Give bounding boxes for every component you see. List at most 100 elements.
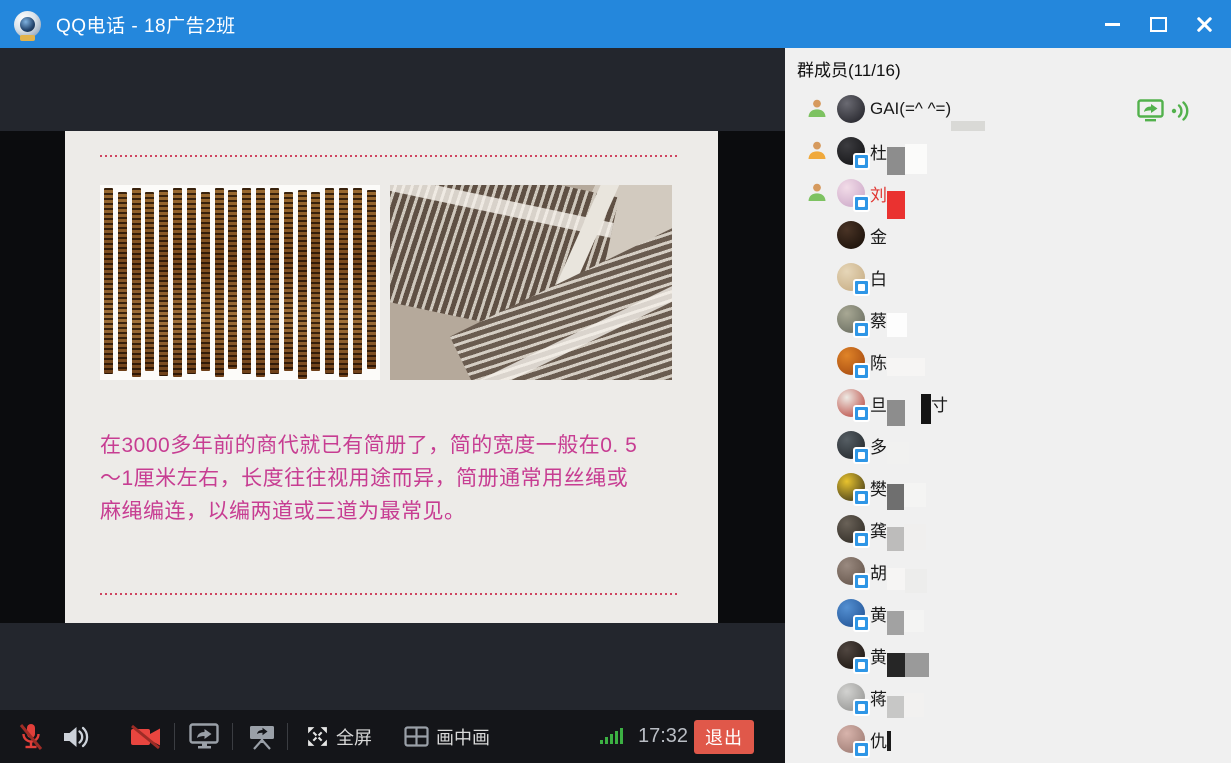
call-toolbar: 全屏 画中画 17:32 退出 [0,710,785,763]
redaction-block [887,400,905,426]
pip-button[interactable]: 画中画 [404,710,490,763]
redaction-block [904,693,924,717]
member-row[interactable]: 黄 [785,592,1231,634]
member-row[interactable]: 杜 [785,130,1231,172]
slide-dotted-rule-top [100,155,680,157]
window-controls [1097,9,1219,39]
member-name: GAI(=^ ^=) [870,99,951,119]
slide-text-line: ～1厘米左右，长度往往视用途而异，简册通常用丝绳或 [100,462,685,495]
bamboo-strip [256,188,265,377]
video-badge-icon [853,363,870,380]
signal-bar [600,740,603,744]
member-name: 旦 [870,391,887,416]
projector-icon [246,723,278,751]
slide-text-line: 麻绳编连，以编两道或三道为最常见。 [100,495,685,528]
member-row[interactable]: 樊 [785,466,1231,508]
screen-share-indicator-icon [1137,99,1164,127]
member-list: GAI(=^ ^=)杜刘金白蔡陈旦寸多樊龚胡黄黄蒋仇 [785,88,1231,760]
member-name-wrap: 蒋 [870,676,924,718]
bamboo-strip [298,190,307,379]
minimize-icon [1105,23,1120,26]
member-row[interactable]: 仇 [785,718,1231,760]
member-row[interactable]: 胡 [785,550,1231,592]
member-name-wrap: 樊 [870,466,926,508]
member-name: 多 [870,433,887,458]
close-button[interactable] [1189,9,1219,39]
speaker-button[interactable] [60,710,90,763]
webcam-lens [20,17,35,32]
avatar [837,95,865,123]
member-name: 陈 [870,349,887,374]
bamboo-slips-image [100,185,380,380]
fullscreen-button[interactable]: 全屏 [306,710,372,763]
member-name: 樊 [870,475,887,500]
slide-body-text: 在3000多年前的商代就已有简册了，简的宽度一般在0. 5 ～1厘米左右，长度往… [100,429,685,528]
member-name: 胡 [870,559,887,584]
camera-toggle-button[interactable] [128,710,164,763]
signal-strength-icon [600,728,623,744]
member-row[interactable]: 多 [785,424,1231,466]
member-name-wrap: 胡 [870,550,927,592]
screen-share-button[interactable] [189,710,220,763]
member-name-wrap: 龚 [870,508,926,550]
video-badge-icon [853,615,870,632]
bamboo-strip [215,188,224,377]
member-row[interactable]: 龚 [785,508,1231,550]
camera-off-icon [128,722,164,752]
bamboo-strip [173,188,182,377]
member-name-wrap: 白 [870,256,887,298]
redaction-block [905,569,927,593]
member-count-header: 群成员(11/16) [797,56,901,81]
presentation-slide: 在3000多年前的商代就已有简册了，简的宽度一般在0. 5 ～1厘米左右，长度往… [65,131,718,623]
presentation-share-button[interactable] [246,710,278,763]
member-name: 龚 [870,517,887,542]
member-row[interactable]: GAI(=^ ^=) [785,88,1231,130]
exit-button[interactable]: 退出 [694,720,754,754]
bamboo-strip [228,190,237,369]
member-row[interactable]: 蒋 [785,676,1231,718]
maximize-button[interactable] [1143,9,1173,39]
member-name: 白 [870,265,887,290]
video-badge-icon [853,657,870,674]
toolbar-divider [232,723,233,750]
redaction-block [905,653,929,677]
presence-person-icon [807,140,827,160]
member-row[interactable]: 陈 [785,340,1231,382]
picture-in-picture-icon [404,726,429,747]
close-icon [1196,16,1213,33]
pip-label: 画中画 [436,724,490,750]
voice-active-indicator-icon [1171,101,1190,126]
minimize-button[interactable] [1097,9,1127,39]
signal-bar [605,737,608,744]
member-row[interactable]: 金 [785,214,1231,256]
member-row[interactable]: 旦寸 [785,382,1231,424]
bamboo-strip [270,188,279,374]
redaction-block [904,524,926,550]
video-badge-icon [853,699,870,716]
member-name-wrap: 陈 [870,340,925,382]
redaction-block [905,144,927,174]
call-timer: 17:32 [638,710,688,763]
member-name-wrap: 蔡 [870,298,907,340]
toolbar-divider [174,723,175,750]
screen-share-view: 在3000多年前的商代就已有简册了，简的宽度一般在0. 5 ～1厘米左右，长度往… [0,48,785,763]
bamboo-strip [367,190,376,369]
redaction-block [904,610,924,632]
member-row[interactable]: 蔡 [785,298,1231,340]
video-letterbox-bottom [0,623,785,710]
member-row[interactable]: 白 [785,256,1231,298]
redaction-block [921,394,931,424]
webcam-base [20,35,35,41]
member-row[interactable]: 黄 [785,634,1231,676]
member-name-wrap: 杜 [870,130,927,172]
mic-mute-button[interactable] [16,710,46,763]
member-name: 蔡 [870,307,887,332]
member-name: 仇 [870,727,887,752]
member-row[interactable]: 刘 [785,172,1231,214]
bamboo-book-photo [390,185,672,380]
video-letterbox-top [0,48,785,131]
member-name-wrap: GAI(=^ ^=) [870,88,985,130]
fullscreen-expand-icon [306,725,329,748]
redaction-block [887,696,904,718]
bamboo-strip [145,192,154,371]
